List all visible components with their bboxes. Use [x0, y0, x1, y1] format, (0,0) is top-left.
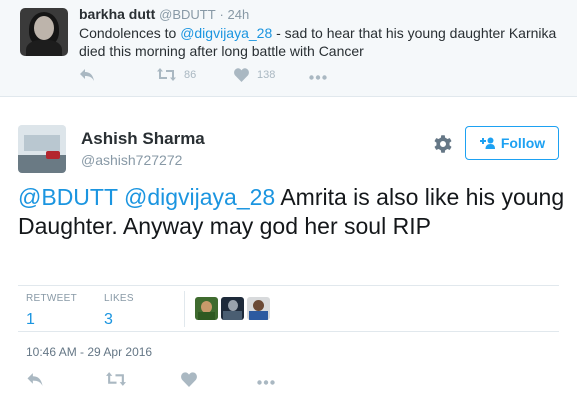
reply-icon	[27, 373, 43, 386]
tweet-timestamp[interactable]: 10:46 AM - 29 Apr 2016	[26, 345, 152, 359]
more-icon	[309, 75, 327, 80]
tweet-time[interactable]: 24h	[228, 7, 250, 22]
follow-label: Follow	[500, 135, 546, 151]
divider	[184, 291, 185, 327]
likes-count: 3	[104, 311, 113, 328]
author-name[interactable]: Ashish Sharma	[81, 129, 205, 149]
reply-button[interactable]	[26, 372, 44, 387]
retweet-button[interactable]: 86	[157, 68, 196, 81]
like-button[interactable]	[181, 372, 197, 387]
retweet-icon	[157, 68, 176, 81]
more-icon	[257, 380, 275, 385]
author-name[interactable]: barkha dutt	[79, 6, 155, 22]
divider	[18, 331, 559, 332]
retweet-button[interactable]	[106, 372, 126, 386]
tweet-actions: 86 138	[79, 68, 379, 88]
more-button[interactable]	[257, 380, 275, 385]
avatar[interactable]	[20, 8, 68, 56]
retweet-label: RETWEET	[26, 293, 77, 304]
avatar[interactable]	[221, 297, 244, 320]
gear-icon[interactable]	[432, 133, 454, 155]
heart-icon	[181, 372, 197, 387]
more-button[interactable]	[309, 75, 327, 80]
tweet-header: barkha dutt @BDUTT · 24h	[79, 6, 250, 22]
retweet-count: 1	[26, 311, 35, 328]
divider	[18, 285, 559, 286]
reply-icon	[80, 69, 94, 81]
reply-button[interactable]	[79, 68, 95, 82]
likes-stat[interactable]: LIKES 3	[104, 293, 134, 329]
tweet-text: Condolences to @digvijaya_28 - sad to he…	[79, 25, 557, 59]
avatar[interactable]	[247, 297, 270, 320]
mention-link[interactable]: @digvijaya_28	[124, 184, 275, 210]
parent-tweet[interactable]: barkha dutt @BDUTT · 24h Condolences to …	[0, 0, 577, 97]
retweet-stat[interactable]: RETWEET 1	[26, 293, 77, 329]
like-count: 138	[257, 69, 276, 81]
mention-link[interactable]: @digvijaya_28	[180, 25, 272, 41]
author-handle[interactable]: @BDUTT	[159, 7, 216, 22]
follow-user-icon	[479, 137, 495, 149]
avatar[interactable]	[195, 297, 218, 320]
heart-icon	[234, 68, 249, 82]
retweet-count: 86	[184, 68, 197, 81]
like-button[interactable]: 138	[234, 68, 275, 82]
avatar[interactable]	[18, 125, 66, 173]
mention-link[interactable]: @BDUTT	[18, 184, 118, 210]
tweet-text: @BDUTT @digvijaya_28 Amrita is also like…	[18, 184, 565, 239]
retweet-icon	[106, 372, 126, 386]
likes-label: LIKES	[104, 293, 134, 304]
author-handle[interactable]: @ashish727272	[81, 152, 182, 168]
follow-button[interactable]: Follow	[465, 126, 559, 160]
liker-avatars	[195, 297, 270, 320]
tweet-actions	[26, 372, 326, 394]
